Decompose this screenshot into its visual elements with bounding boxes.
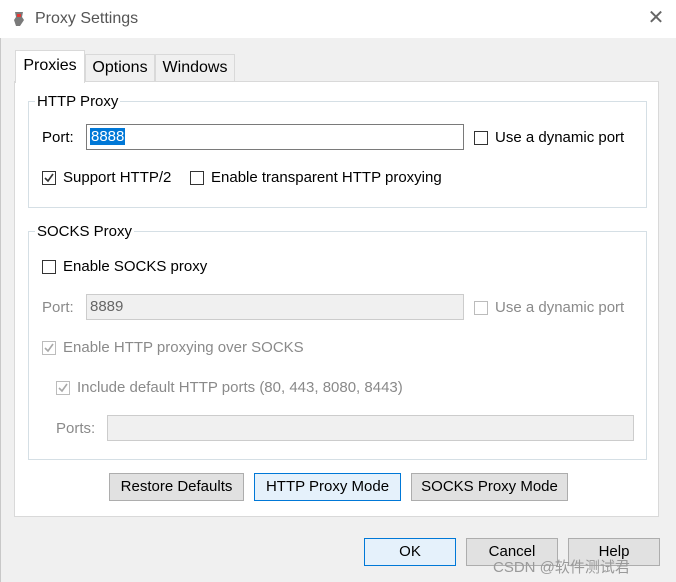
watermark-text: CSDN @软件测试君 — [493, 559, 630, 576]
socks-proxy-mode-button[interactable]: SOCKS Proxy Mode — [411, 473, 568, 501]
http-port-label: Port: — [42, 129, 74, 146]
http-over-socks-label: Enable HTTP proxying over SOCKS — [63, 339, 304, 356]
support-http2-label: Support HTTP/2 — [63, 169, 172, 186]
check-icon — [44, 173, 54, 183]
enable-socks-checkbox[interactable] — [42, 260, 56, 274]
include-default-ports-label: Include default HTTP ports (80, 443, 808… — [77, 379, 403, 396]
restore-defaults-button[interactable]: Restore Defaults — [109, 473, 244, 501]
socks-port-label: Port: — [42, 299, 74, 316]
window-title: Proxy Settings — [35, 10, 139, 27]
ports-input[interactable] — [107, 415, 634, 441]
socks-dynamic-port-checkbox[interactable] — [474, 301, 488, 315]
transparent-proxy-label: Enable transparent HTTP proxying — [211, 169, 442, 186]
transparent-proxy-checkbox[interactable] — [190, 171, 204, 185]
http-dynamic-port-checkbox[interactable] — [474, 131, 488, 145]
tab-windows[interactable]: Windows — [155, 54, 235, 81]
http-proxy-mode-button[interactable]: HTTP Proxy Mode — [254, 473, 401, 501]
socks-proxy-group-label: SOCKS Proxy — [35, 223, 135, 240]
enable-socks-label: Enable SOCKS proxy — [63, 258, 208, 275]
title-bar: Proxy Settings ✕ — [0, 0, 676, 38]
http-dynamic-port-label: Use a dynamic port — [495, 129, 625, 146]
close-icon[interactable]: ✕ — [645, 6, 667, 30]
support-http2-checkbox[interactable] — [42, 171, 56, 185]
check-icon — [58, 383, 68, 393]
ports-label: Ports: — [56, 420, 96, 437]
tab-proxies[interactable]: Proxies — [15, 50, 85, 83]
http-over-socks-checkbox[interactable] — [42, 341, 56, 355]
http-port-value: 8888 — [90, 128, 126, 145]
check-icon — [44, 343, 54, 353]
include-default-ports-checkbox[interactable] — [56, 381, 70, 395]
tab-options[interactable]: Options — [85, 54, 155, 81]
ok-button[interactable]: OK — [364, 538, 456, 566]
http-proxy-group-label: HTTP Proxy — [35, 93, 121, 110]
window-edge — [0, 38, 1, 582]
socks-port-input[interactable]: 8889 — [86, 294, 464, 320]
http-port-input[interactable]: 8888 — [86, 124, 464, 150]
app-icon — [12, 11, 26, 27]
http-proxy-group — [28, 101, 647, 208]
socks-dynamic-port-label: Use a dynamic port — [495, 299, 625, 316]
